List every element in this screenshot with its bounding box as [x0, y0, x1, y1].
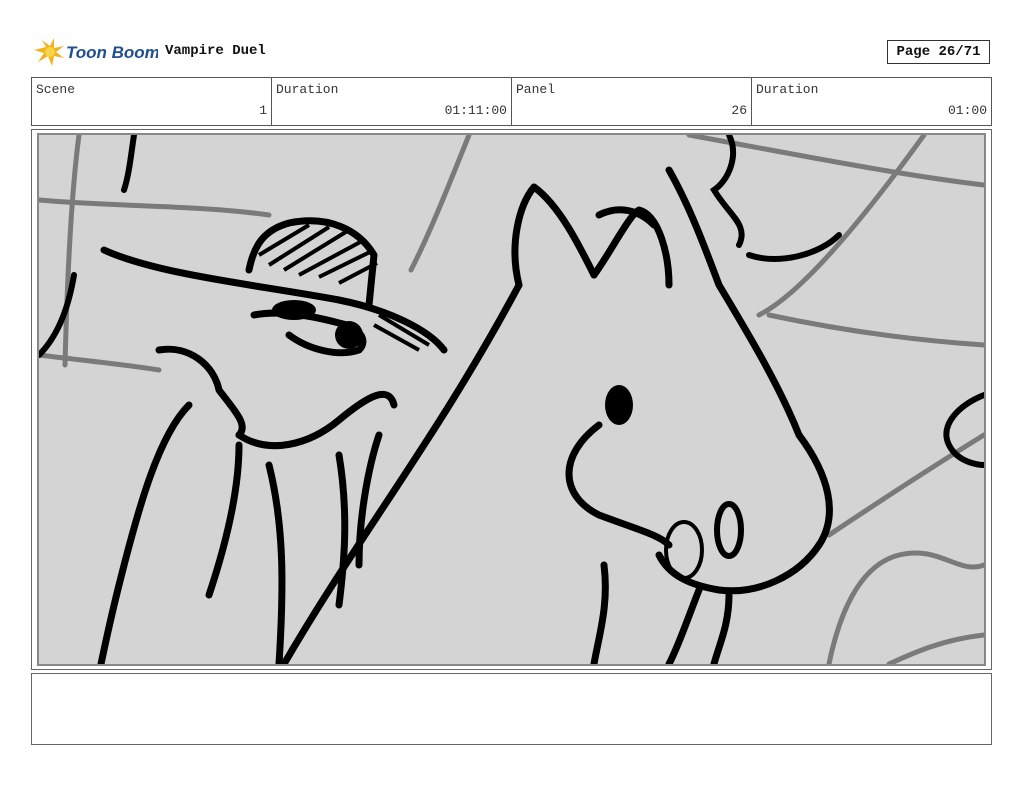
- starburst-icon: [34, 38, 64, 66]
- panel-label: Panel: [516, 82, 556, 97]
- logo-text: Toon Boom: [66, 43, 158, 62]
- scene-label: Scene: [36, 82, 76, 97]
- panel-image: [37, 133, 986, 666]
- scene-duration-value: 01:11:00: [444, 103, 507, 118]
- panel-cell: Panel 26: [512, 78, 752, 125]
- project-title: Vampire Duel: [165, 43, 266, 59]
- panel-value: 26: [731, 103, 747, 118]
- scene-value: 1: [259, 103, 267, 118]
- cowboy-figure: [97, 217, 448, 664]
- horse-eye: [605, 385, 633, 425]
- shot-info-row: Scene 1 Duration 01:11:00 Panel 26 Durat…: [31, 77, 992, 126]
- panel-duration-cell: Duration 01:00: [752, 78, 991, 125]
- toon-boom-logo: Toon Boom: [32, 36, 158, 68]
- cowboy-eye: [272, 300, 316, 320]
- horse-nostril: [714, 501, 744, 559]
- panel-notes-box: [31, 673, 992, 745]
- page-indicator: Page 26/71: [887, 40, 990, 64]
- sketch-drawing: [39, 135, 984, 664]
- scene-duration-cell: Duration 01:11:00: [272, 78, 512, 125]
- background-strokes: [39, 135, 984, 664]
- horse-nose-ring: [664, 520, 704, 580]
- panel-duration-label: Duration: [756, 82, 819, 97]
- scene-cell: Scene 1: [32, 78, 272, 125]
- scene-duration-label: Duration: [276, 82, 339, 97]
- panel-duration-value: 01:00: [947, 103, 987, 118]
- panel-frame: [31, 129, 992, 670]
